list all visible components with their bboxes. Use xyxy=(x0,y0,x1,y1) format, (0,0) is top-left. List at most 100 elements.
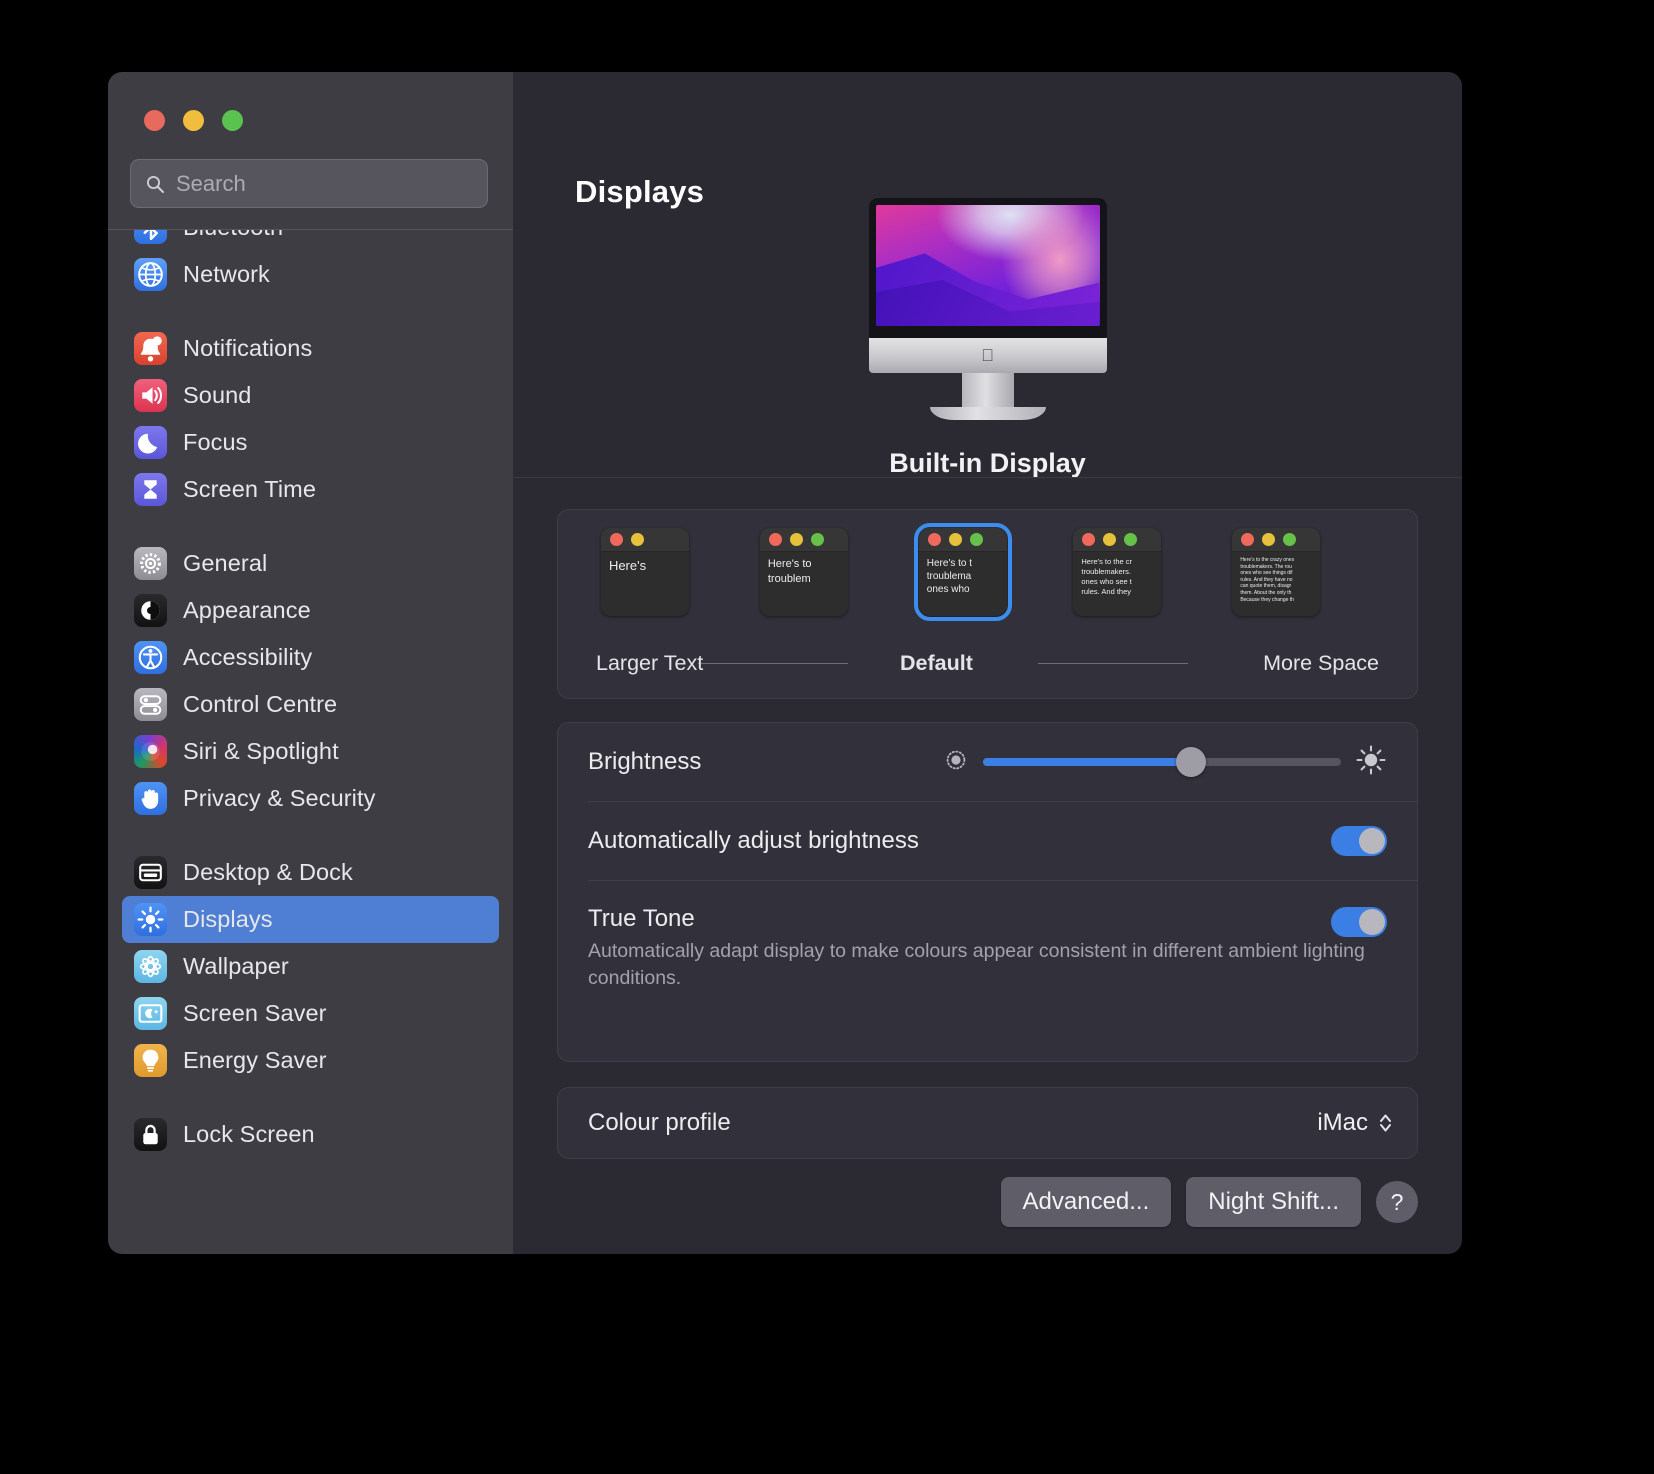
zoom-button[interactable] xyxy=(222,110,243,131)
text-size-option-3[interactable]: Here's to the cr troublemakers. ones who… xyxy=(1073,528,1162,616)
sidebar-item-general[interactable]: General xyxy=(122,540,499,587)
text-size-track-left[interactable] xyxy=(698,663,848,664)
display-hero:  Built-in Display xyxy=(513,180,1462,478)
sidebar-item-energy-saver[interactable]: Energy Saver xyxy=(122,1037,499,1084)
thumb-dot-yellow xyxy=(1103,533,1117,546)
imac-stand-foot xyxy=(929,407,1046,420)
action-buttons: Advanced... Night Shift... ? xyxy=(1000,1177,1418,1227)
imac-illustration[interactable]:  xyxy=(868,198,1107,420)
network-globe-icon xyxy=(134,258,167,291)
thumb-preview-text: Here's to the cr troublemakers. ones who… xyxy=(1081,557,1133,596)
sidebar-item-label: Privacy & Security xyxy=(183,785,376,811)
text-size-track-right[interactable] xyxy=(1038,663,1188,664)
search-input[interactable] xyxy=(176,170,473,197)
sidebar-item-appearance[interactable]: Appearance xyxy=(122,587,499,634)
colour-profile-value: iMac xyxy=(1317,1109,1368,1136)
text-size-option-0[interactable]: Here's xyxy=(600,528,689,616)
close-button[interactable] xyxy=(144,110,165,131)
siri-orb-icon xyxy=(134,735,167,768)
imac-chin:  xyxy=(868,338,1107,373)
accessibility-icon xyxy=(134,641,167,674)
thumb-dot-green xyxy=(810,533,824,546)
text-size-option-4[interactable]: Here's to the crazy ones troublemakers. … xyxy=(1232,528,1321,616)
sidebar-list: Bluetooth Network Notifications Sound Focus S… xyxy=(122,230,499,1158)
toggle-knob xyxy=(1359,909,1385,935)
thumb-titlebar xyxy=(600,528,689,552)
sidebar-item-label: Bluetooth xyxy=(183,230,283,241)
sidebar-item-desktop-dock[interactable]: Desktop & Dock xyxy=(122,849,499,896)
minimize-button[interactable] xyxy=(183,110,204,131)
sidebar-item-label: Lock Screen xyxy=(183,1121,315,1147)
imac-stand-neck xyxy=(961,373,1014,407)
thumb-dot-yellow xyxy=(789,533,803,546)
sidebar-item-screen-time[interactable]: Screen Time xyxy=(122,466,499,513)
true-tone-toggle[interactable] xyxy=(1331,907,1387,937)
colour-profile-row: Colour profile iMac xyxy=(558,1088,1417,1158)
text-size-label-more-space[interactable]: More Space xyxy=(1263,651,1379,676)
sidebar-item-wallpaper[interactable]: Wallpaper xyxy=(122,943,499,990)
search-field[interactable] xyxy=(130,159,488,208)
sidebar-item-privacy-security[interactable]: Privacy & Security xyxy=(122,775,499,822)
thumb-dot-green xyxy=(969,533,983,546)
sidebar-item-label: Desktop & Dock xyxy=(183,859,353,885)
sidebar-item-lock-screen[interactable]: Lock Screen xyxy=(122,1111,499,1158)
thumb-dot-green xyxy=(1124,533,1138,546)
sidebar-item-label: Appearance xyxy=(183,597,311,623)
sidebar-item-accessibility[interactable]: Accessibility xyxy=(122,634,499,681)
thumb-titlebar xyxy=(1232,528,1321,552)
sidebar-item-displays[interactable]: Displays xyxy=(122,896,499,943)
system-settings-window: Bluetooth Network Notifications Sound Focus S… xyxy=(108,72,1462,1254)
thumb-dot-red xyxy=(768,533,782,546)
text-size-option-1[interactable]: Here's to troublem xyxy=(759,528,848,616)
sidebar-item-focus[interactable]: Focus xyxy=(122,419,499,466)
sidebar-item-notifications[interactable]: Notifications xyxy=(122,325,499,372)
desktop-dock-icon xyxy=(134,856,167,889)
sidebar-item-bluetooth[interactable]: Bluetooth xyxy=(122,230,499,251)
screen-saver-icon xyxy=(134,997,167,1030)
colour-profile-label: Colour profile xyxy=(588,1109,731,1136)
brightness-high-icon xyxy=(1355,744,1387,781)
thumb-preview-text: Here's xyxy=(608,558,647,573)
thumb-dot-yellow xyxy=(948,533,962,546)
sidebar-item-control-centre[interactable]: Control Centre xyxy=(122,681,499,728)
sidebar-item-label: Notifications xyxy=(183,335,313,361)
brightness-row: Brightness xyxy=(558,723,1417,801)
colour-profile-popup[interactable]: iMac xyxy=(1317,1109,1393,1137)
true-tone-description: Automatically adapt display to make colo… xyxy=(588,940,1365,989)
brightness-slider-track[interactable] xyxy=(983,747,1341,777)
night-shift-button[interactable]: Night Shift... xyxy=(1186,1177,1361,1227)
display-name: Built-in Display xyxy=(889,448,1086,478)
sidebar-scroll-area[interactable]: Bluetooth Network Notifications Sound Focus S… xyxy=(108,230,513,1254)
brightness-slider[interactable] xyxy=(943,744,1387,781)
sidebar-item-sound[interactable]: Sound xyxy=(122,372,499,419)
advanced-button[interactable]: Advanced... xyxy=(1000,1177,1172,1227)
control-centre-sliders-icon xyxy=(134,688,167,721)
true-tone-label: True Tone xyxy=(588,905,695,932)
sidebar-item-label: Siri & Spotlight xyxy=(183,738,339,764)
thumb-dot-red xyxy=(927,533,941,546)
sidebar: Bluetooth Network Notifications Sound Focus S… xyxy=(108,72,513,1254)
chevron-updown-icon xyxy=(1378,1111,1393,1135)
text-size-option-2[interactable]: Here's to t troublema ones who xyxy=(913,523,1012,621)
privacy-hand-icon xyxy=(134,782,167,815)
text-size-label-default[interactable]: Default xyxy=(900,651,973,676)
content-pane: Displays  Built-in Display Here'sH xyxy=(513,72,1462,1254)
auto-brightness-toggle[interactable] xyxy=(1331,826,1387,856)
focus-moon-icon xyxy=(134,426,167,459)
sidebar-item-label: Screen Time xyxy=(183,476,317,502)
appearance-contrast-icon xyxy=(134,594,167,627)
thumb-dot-green xyxy=(1283,533,1297,546)
help-button[interactable]: ? xyxy=(1376,1181,1418,1223)
sidebar-item-network[interactable]: Network xyxy=(122,251,499,298)
sidebar-item-label: Accessibility xyxy=(183,644,313,670)
auto-brightness-label: Automatically adjust brightness xyxy=(588,827,919,854)
sidebar-item-screen-saver[interactable]: Screen Saver xyxy=(122,990,499,1037)
text-size-label-larger[interactable]: Larger Text xyxy=(596,651,703,676)
sidebar-item-siri-spotlight[interactable]: Siri & Spotlight xyxy=(122,728,499,775)
text-size-labels: Larger Text Default More Space xyxy=(558,646,1417,680)
general-gear-icon xyxy=(134,547,167,580)
brightness-slider-knob[interactable] xyxy=(1175,747,1206,777)
